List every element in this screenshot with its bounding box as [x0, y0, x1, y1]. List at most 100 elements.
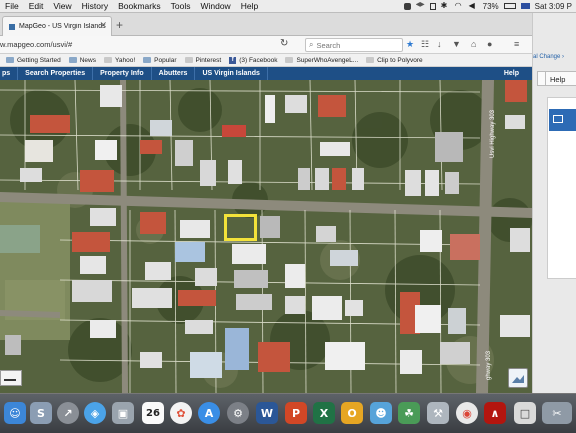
mapgeo-help-button[interactable]: Help: [497, 67, 526, 80]
safari-icon[interactable]: ◈: [84, 402, 106, 424]
menu-bookmarks[interactable]: Bookmarks: [113, 1, 166, 11]
panel-help-button[interactable]: Help: [545, 71, 576, 86]
chat-icon[interactable]: ●: [487, 39, 492, 49]
calendar-icon[interactable]: 26: [142, 402, 164, 424]
powerpoint-icon[interactable]: P: [285, 402, 307, 424]
app-store-icon[interactable]: A: [198, 402, 220, 424]
bluetooth-icon[interactable]: ✱: [441, 2, 450, 10]
menu-help[interactable]: Help: [236, 1, 263, 11]
growl-icon[interactable]: ☘: [398, 402, 420, 424]
menu-tools[interactable]: Tools: [166, 1, 196, 11]
bookmark-polyvore[interactable]: Clip to Polyvore: [366, 57, 423, 64]
preview-icon[interactable]: ▣: [112, 402, 134, 424]
hamburger-menu-icon[interactable]: ≡: [514, 39, 519, 49]
change-link[interactable]: al Change ›: [533, 54, 564, 60]
bookmark-yahoo[interactable]: Yahoo!: [104, 57, 135, 64]
system-preferences-icon[interactable]: ⚙: [227, 402, 249, 424]
evernote-icon[interactable]: [403, 2, 411, 10]
search-properties-button[interactable]: Search Properties: [18, 67, 94, 80]
menu-file[interactable]: File: [0, 1, 24, 11]
panel-blue-button[interactable]: [549, 109, 576, 131]
dropbox-icon[interactable]: [415, 2, 425, 7]
abutters-button[interactable]: Abutters: [152, 67, 196, 80]
mapgeo-favicon-icon: [9, 23, 15, 30]
page-icon: [104, 57, 112, 63]
maps-menu[interactable]: ps: [0, 67, 19, 80]
property-info-button[interactable]: Property Info: [93, 67, 152, 80]
menu-history[interactable]: History: [77, 1, 113, 11]
bookmark-popular[interactable]: Popular: [143, 56, 177, 64]
finder-icon[interactable]: ☺: [4, 402, 26, 424]
satellite-map[interactable]: Usvi Highway 303 ghway 303: [0, 80, 532, 393]
url-bar[interactable]: w.mapgeo.com/usvi/#: [0, 40, 72, 49]
close-tab-icon[interactable]: ✕: [99, 20, 107, 31]
layers-icon: [512, 375, 524, 383]
reload-icon[interactable]: ↻: [280, 38, 288, 49]
search-icon: ⌕: [309, 40, 314, 49]
browser-nav-bar: w.mapgeo.com/usvi/# ↻ ⌕ ★ ☷ ↓ ▼ ⌂ ● ≡: [0, 36, 532, 54]
wifi-icon[interactable]: ◠: [455, 2, 464, 10]
battery-percent: 73%: [482, 1, 499, 11]
excel-icon[interactable]: X: [313, 402, 335, 424]
flag-icon[interactable]: [520, 3, 530, 9]
mapgeo-toolbar: ps Search Properties Property Info Abutt…: [0, 67, 532, 80]
menu-edit[interactable]: Edit: [24, 1, 49, 11]
volume-icon[interactable]: ◀: [469, 2, 478, 10]
bookmark-label: News: [79, 56, 96, 64]
home-icon[interactable]: ⌂: [471, 39, 476, 49]
bookmark-label: SuperWhoAvengeL...: [296, 56, 359, 64]
chrome-icon[interactable]: ◉: [456, 402, 478, 424]
bookmarks-bar: Getting Started News Yahoo! Popular Pint…: [0, 54, 532, 67]
word-icon[interactable]: W: [256, 402, 278, 424]
acrobat-icon[interactable]: ∧: [484, 402, 506, 424]
bookmark-star-icon[interactable]: ★: [406, 39, 414, 50]
bookmark-label: Clip to Polyvore: [377, 56, 423, 64]
mac-dock: ☺ S ↗ ◈ ▣ 26 ✿ A ⚙ W P X O ☻ ☘ ⚒ ◉ ∧ □ ✂: [0, 393, 576, 433]
browser-search-box[interactable]: ⌕: [305, 38, 403, 52]
menu-window[interactable]: Window: [195, 1, 235, 11]
script-editor-icon[interactable]: ⚒: [427, 402, 449, 424]
trash-icon[interactable]: ✂: [542, 402, 572, 424]
reading-list-icon[interactable]: ☷: [421, 39, 429, 50]
road-label-highway-303: Usvi Highway 303: [490, 109, 496, 158]
search-input[interactable]: [316, 40, 395, 50]
mac-menu-bar: File Edit View History Bookmarks Tools W…: [0, 0, 576, 13]
new-tab-icon[interactable]: +: [116, 18, 123, 32]
folder-icon: [68, 57, 77, 63]
downloads-icon[interactable]: ↓: [437, 39, 442, 49]
bookmark-getting-started[interactable]: Getting Started: [6, 57, 61, 64]
page-icon: [184, 57, 193, 63]
image-icon: [553, 115, 563, 124]
rocket-icon[interactable]: ↗: [57, 402, 79, 424]
selected-parcel-highlight[interactable]: [224, 214, 257, 241]
aerial-imagery: [0, 80, 532, 393]
outlook-icon[interactable]: O: [341, 402, 363, 424]
bookmark-superwho[interactable]: SuperWhoAvengeL...: [285, 57, 358, 64]
map-layer-toggle-button[interactable]: [508, 368, 528, 388]
folder-icon: [143, 57, 152, 63]
tab-mapgeo[interactable]: MapGeo - US Virgin Islands ✕: [2, 16, 112, 36]
pocket-icon[interactable]: ▼: [452, 39, 461, 49]
menu-status-area: ✱ ◠ ◀ 73% Sat 3:09 P: [403, 0, 572, 12]
background-window-panel: al Change › Help: [532, 13, 576, 393]
road-label-highway-303-south: ghway 303: [486, 350, 492, 380]
bookmark-label: Pinterest: [195, 56, 222, 64]
bookmark-facebook[interactable]: f (3) Facebook: [229, 56, 278, 64]
bookmark-news[interactable]: News: [68, 56, 96, 64]
us-virgin-islands-button[interactable]: US Virgin Islands: [195, 67, 268, 80]
bookmark-label: (3) Facebook: [239, 56, 278, 64]
onenote-icon[interactable]: ☻: [370, 402, 392, 424]
spotlight-icon[interactable]: S: [30, 402, 52, 424]
page-icon: [285, 57, 294, 63]
bookmark-label: Yahoo!: [115, 56, 136, 64]
clipboard-icon[interactable]: [429, 2, 436, 10]
page-icon: [366, 57, 375, 63]
screenshot-icon[interactable]: □: [514, 402, 536, 424]
battery-icon[interactable]: [503, 3, 516, 9]
menu-view[interactable]: View: [48, 1, 76, 11]
bookmark-label: Popular: [154, 56, 177, 64]
bookmark-pinterest[interactable]: Pinterest: [184, 56, 222, 64]
photos-icon[interactable]: ✿: [170, 402, 192, 424]
menu-clock[interactable]: Sat 3:09 P: [535, 2, 572, 11]
map-scale-control[interactable]: [0, 370, 22, 386]
